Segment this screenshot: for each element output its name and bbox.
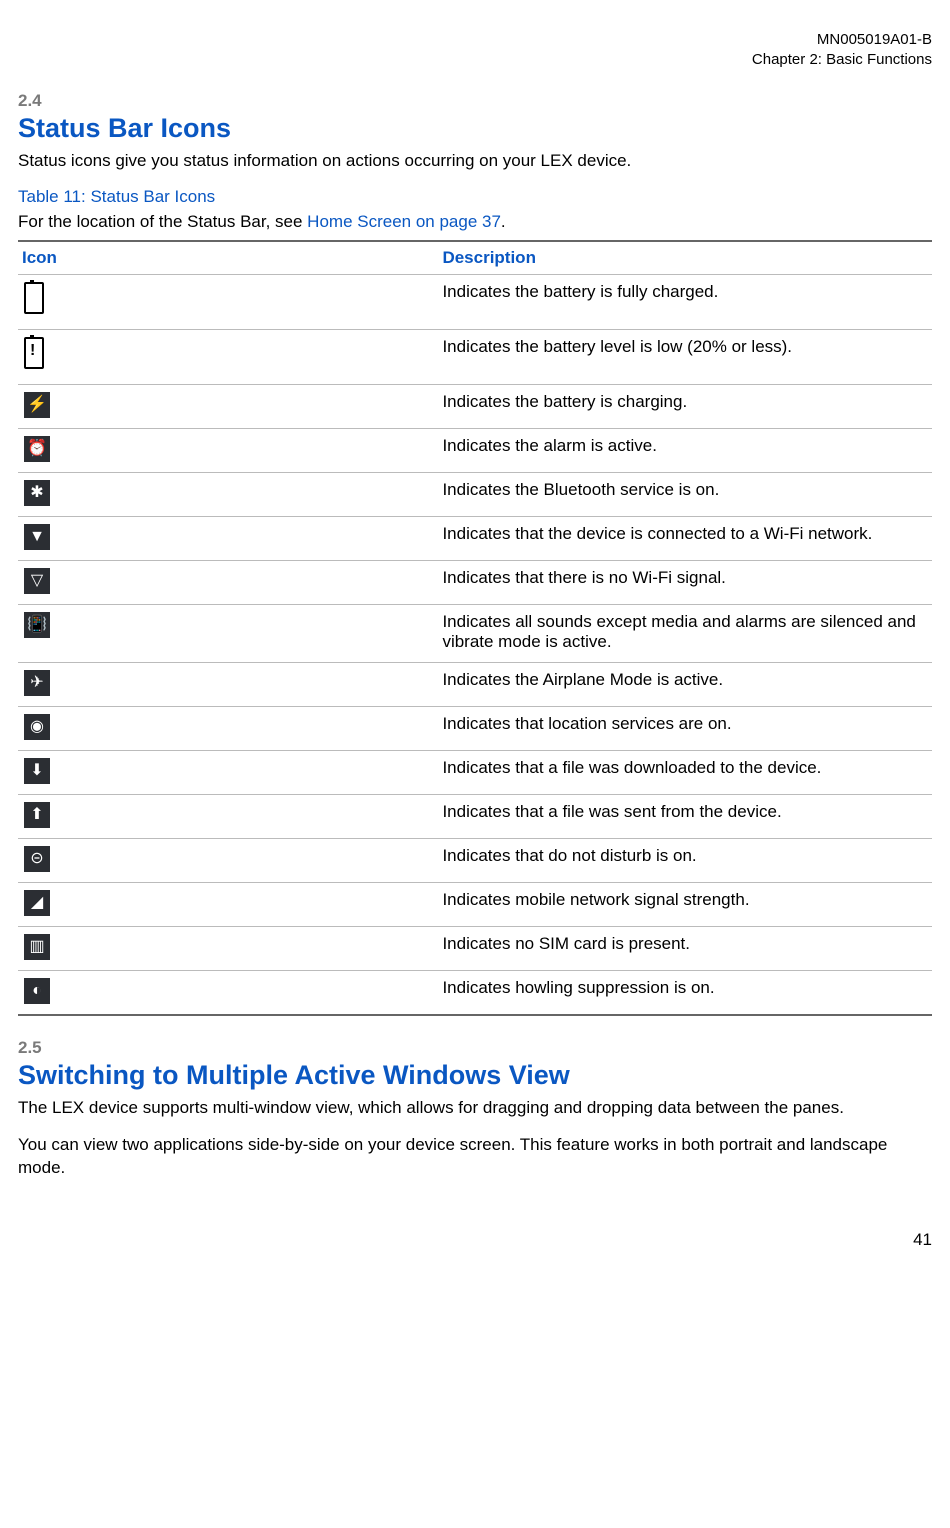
icon-cell: ⬆ (18, 794, 438, 838)
icon-cell: ◢ (18, 882, 438, 926)
icon-cell: ⬇ (18, 750, 438, 794)
table-row: ✱ Indicates the Bluetooth service is on. (18, 472, 932, 516)
icon-description: Indicates the Airplane Mode is active. (438, 662, 932, 706)
icon-cell: 📳 (18, 604, 438, 662)
page-header: MN005019A01-B Chapter 2: Basic Functions (18, 30, 932, 69)
table-row: ▥ Indicates no SIM card is present. (18, 926, 932, 970)
icon-description: Indicates mobile network signal strength… (438, 882, 932, 926)
howling-suppression-icon: ◐ (24, 978, 50, 1004)
table-row: Indicates the battery level is low (20% … (18, 329, 932, 384)
table-row: ⏰ Indicates the alarm is active. (18, 428, 932, 472)
table-row: ◉ Indicates that location services are on… (18, 706, 932, 750)
icon-cell (18, 329, 438, 384)
table-row: ✈ Indicates the Airplane Mode is active. (18, 662, 932, 706)
section-number-2-4: 2.4 (18, 91, 932, 111)
table-row: ⚡ Indicates the battery is charging. (18, 384, 932, 428)
signal-strength-icon: ◢ (24, 890, 50, 916)
icon-description: Indicates that a file was sent from the … (438, 794, 932, 838)
location-icon: ◉ (24, 714, 50, 740)
icon-cell: ▼ (18, 516, 438, 560)
icon-description: Indicates all sounds except media and al… (438, 604, 932, 662)
battery-full-icon (24, 282, 44, 314)
icon-cell: ◐ (18, 970, 438, 1015)
icon-cell: ▥ (18, 926, 438, 970)
upload-icon: ⬆ (24, 802, 50, 828)
icon-description: Indicates the alarm is active. (438, 428, 932, 472)
table-location-note: For the location of the Status Bar, see … (18, 211, 932, 234)
icon-description: Indicates the battery level is low (20% … (438, 329, 932, 384)
section-25-p1: The LEX device supports multi-window vie… (18, 1097, 932, 1120)
section-title-status-bar-icons: Status Bar Icons (18, 113, 932, 144)
col-header-description: Description (438, 241, 932, 275)
status-bar-icons-table: Icon Description Indicates the battery i… (18, 240, 932, 1016)
airplane-mode-icon: ✈ (24, 670, 50, 696)
icon-cell: ▽ (18, 560, 438, 604)
table-row: ⊝ Indicates that do not disturb is on. (18, 838, 932, 882)
icon-description: Indicates that the device is connected t… (438, 516, 932, 560)
icon-description: Indicates that do not disturb is on. (438, 838, 932, 882)
icon-cell: ⚡ (18, 384, 438, 428)
icon-description: Indicates that location services are on. (438, 706, 932, 750)
icon-cell: ✱ (18, 472, 438, 516)
section-title-multi-window: Switching to Multiple Active Windows Vie… (18, 1060, 932, 1091)
table-row: ▼ Indicates that the device is connected … (18, 516, 932, 560)
location-prefix: For the location of the Status Bar, see (18, 212, 307, 231)
wifi-no-signal-icon: ▽ (24, 568, 50, 594)
dnd-icon: ⊝ (24, 846, 50, 872)
table-row: ◐ Indicates howling suppression is on. (18, 970, 932, 1015)
location-suffix: . (501, 212, 506, 231)
table-row: Indicates the battery is fully charged. (18, 274, 932, 329)
bluetooth-icon: ✱ (24, 480, 50, 506)
table-row: ⬆ Indicates that a file was sent from the… (18, 794, 932, 838)
no-sim-icon: ▥ (24, 934, 50, 960)
section-25-p2: You can view two applications side-by-si… (18, 1134, 932, 1180)
col-header-icon: Icon (18, 241, 438, 275)
icon-cell: ◉ (18, 706, 438, 750)
icon-cell: ✈ (18, 662, 438, 706)
icon-cell: ⊝ (18, 838, 438, 882)
battery-charging-icon: ⚡ (24, 392, 50, 418)
battery-low-icon (24, 337, 44, 369)
doc-id: MN005019A01-B (18, 30, 932, 50)
download-icon: ⬇ (24, 758, 50, 784)
icon-description: Indicates that there is no Wi-Fi signal. (438, 560, 932, 604)
icon-description: Indicates no SIM card is present. (438, 926, 932, 970)
alarm-icon: ⏰ (24, 436, 50, 462)
vibrate-icon: 📳 (24, 612, 50, 638)
icon-description: Indicates howling suppression is on. (438, 970, 932, 1015)
icon-description: Indicates the battery is fully charged. (438, 274, 932, 329)
page-number: 41 (18, 1230, 932, 1250)
table-row: ▽ Indicates that there is no Wi-Fi signal… (18, 560, 932, 604)
table-row: ⬇ Indicates that a file was downloaded to… (18, 750, 932, 794)
table-row: 📳 Indicates all sounds except media and a… (18, 604, 932, 662)
section-number-2-5: 2.5 (18, 1038, 932, 1058)
icon-description: Indicates the battery is charging. (438, 384, 932, 428)
table-caption: Table 11: Status Bar Icons (18, 187, 932, 207)
icon-cell: ⏰ (18, 428, 438, 472)
home-screen-link[interactable]: Home Screen on page 37 (307, 212, 501, 231)
table-row: ◢ Indicates mobile network signal strengt… (18, 882, 932, 926)
icon-description: Indicates the Bluetooth service is on. (438, 472, 932, 516)
section-intro: Status icons give you status information… (18, 150, 932, 173)
chapter-label: Chapter 2: Basic Functions (18, 50, 932, 70)
icon-description: Indicates that a file was downloaded to … (438, 750, 932, 794)
wifi-connected-icon: ▼ (24, 524, 50, 550)
icon-cell (18, 274, 438, 329)
